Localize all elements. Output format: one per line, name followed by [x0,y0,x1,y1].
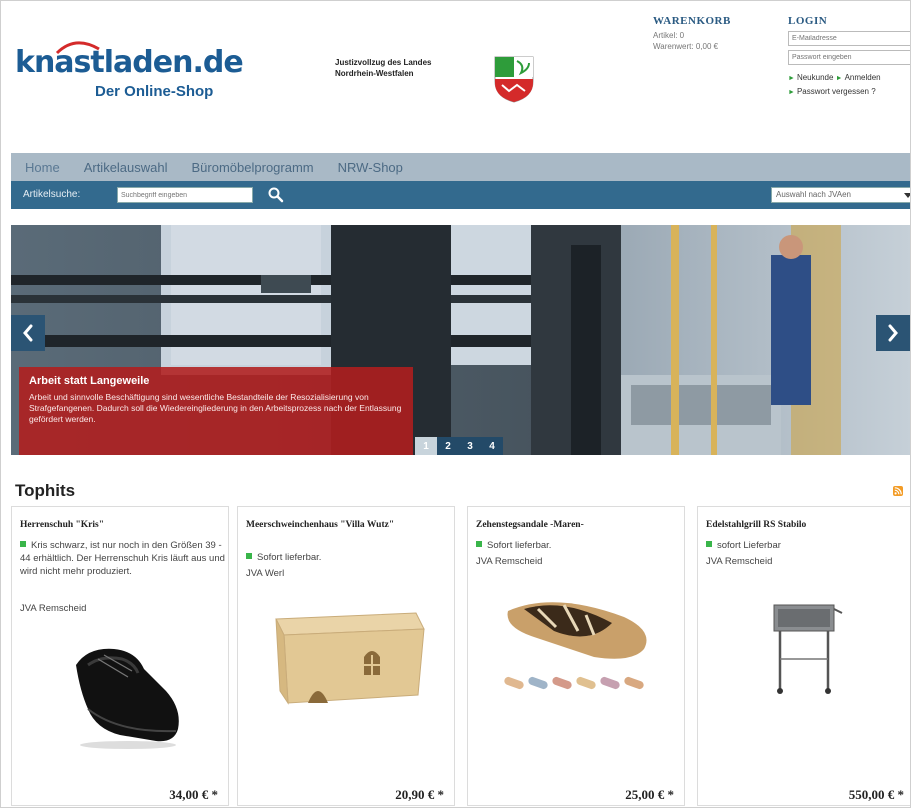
product-price: 20,90 € * [395,787,444,802]
password-field[interactable] [788,50,910,65]
product-image[interactable] [58,625,188,755]
product-name[interactable]: Edelstahlgrill RS Stabilo [706,519,910,531]
product-availability-text: sofort Lieferbar [717,540,781,551]
cart-items: Artikel: 0 [653,31,685,40]
chevron-left-icon [23,324,33,342]
nav-item-articles[interactable]: Artikelauswahl [84,160,168,175]
product-availability-text: Sofort lieferbar. [487,540,552,551]
arrow-right-icon: ► [788,89,795,96]
slide-caption: Arbeit statt Langeweile Arbeit und sinnv… [19,367,413,455]
product-availability: Sofort lieferbar. [476,539,682,552]
product-card[interactable]: Edelstahlgrill RS Stabilo sofort Lieferb… [697,506,910,806]
product-name[interactable]: Meerschweinchenhaus "Villa Wutz" [246,519,450,531]
product-availability: Sofort lieferbar. [246,551,452,564]
slide-caption-text: Arbeit und sinnvolle Beschäftigung sind … [29,392,402,424]
product-shop: JVA Remscheid [20,603,87,614]
login-link[interactable]: Anmelden [845,73,881,82]
product-shop: JVA Remscheid [706,556,773,567]
login-widget: LOGIN ►Neukunde ►Anmelden ►Passwort verg… [788,15,910,99]
product-availability-text: Kris schwarz, ist nur noch in den Größen… [20,540,225,577]
slider-page-1[interactable]: 1 [415,437,437,455]
product-name[interactable]: Herrenschuh "Kris" [20,519,224,531]
in-stock-icon [246,553,252,559]
product-image[interactable] [764,599,844,699]
product-card[interactable]: Meerschweinchenhaus "Villa Wutz" Sofort … [237,506,455,806]
nrw-crest-icon [494,56,534,103]
slider-next-button[interactable] [876,315,910,351]
product-availability: sofort Lieferbar [706,539,910,552]
tophits-heading: Tophits [15,481,76,500]
in-stock-icon [476,541,482,547]
product-image[interactable] [494,587,664,707]
region-select-value: Auswahl nach JVAen [776,190,852,199]
chevron-right-icon [888,324,898,342]
slider-page-3[interactable]: 3 [459,437,481,455]
logo-tagline: Der Online-Shop [95,83,214,100]
slider-pagination: 1 2 3 4 [415,437,503,455]
search-label: Artikelsuche: [23,189,81,200]
slider-page-4[interactable]: 4 [481,437,503,455]
rss-icon[interactable] [893,486,903,496]
product-shop: JVA Werl [246,568,285,579]
forgot-password-link[interactable]: Passwort vergessen ? [797,87,876,96]
product-image[interactable] [268,599,428,719]
slider-prev-button[interactable] [11,315,45,351]
product-availability: Kris schwarz, ist nur noch in den Größen… [20,539,226,578]
slider-page-2[interactable]: 2 [437,437,459,455]
arrow-right-icon: ► [788,75,795,82]
search-input[interactable] [117,187,253,203]
login-links: ► Neukunde ► Anmelden ► Passwort vergessen … [788,71,910,99]
in-stock-icon [20,541,26,547]
product-price: 550,00 € * [848,787,904,802]
product-card[interactable]: Zehenstegsandale -Maren- Sofort lieferba… [467,506,685,806]
cart-widget[interactable]: WARENKORB Artikel: 0 Warenwert: 0,00 € [653,15,731,51]
nav-item-nrw-shop[interactable]: NRW-Shop [338,160,403,175]
email-field[interactable] [788,31,910,46]
login-title: LOGIN [788,15,828,27]
justice-line-1: Justizvollzug des Landes [335,58,432,67]
nav-item-office-furniture[interactable]: Büromöbelprogramm [192,160,314,175]
in-stock-icon [706,541,712,547]
justice-label: Justizvollzug des Landes Nordrhein-Westf… [335,57,431,79]
search-icon[interactable] [267,186,285,204]
logo-wordmark: knastladen.de [15,45,244,80]
product-availability-text: Sofort lieferbar. [257,552,322,563]
product-price: 25,00 € * [625,787,674,802]
jva-region-select[interactable]: Auswahl nach JVAen [771,187,910,203]
product-price: 34,00 € * [169,787,218,802]
main-navigation: Home Artikelauswahl Büromöbelprogramm NR… [11,153,910,181]
page: knastladen.de Der Online-Shop Justizvoll… [0,0,911,808]
product-name[interactable]: Zehenstegsandale -Maren- [476,519,680,531]
cart-title[interactable]: WARENKORB [653,15,731,27]
arrow-right-icon: ► [835,75,843,82]
justice-line-2: Nordrhein-Westfalen [335,69,414,78]
search-bar: Artikelsuche: Auswahl nach JVAen [11,181,910,209]
new-customer-link[interactable]: Neukunde [797,73,833,82]
nav-item-home[interactable]: Home [25,160,60,175]
chevron-down-icon [904,193,910,198]
hero-slider: Arbeit statt Langeweile Arbeit und sinnv… [11,225,910,455]
cart-value: Warenwert: 0,00 € [653,42,719,51]
product-shop: JVA Remscheid [476,556,543,567]
slide-caption-title: Arbeit statt Langeweile [29,375,150,387]
shop-logo[interactable]: knastladen.de Der Online-Shop [15,41,244,105]
product-card[interactable]: Herrenschuh "Kris" Kris schwarz, ist nur… [11,506,229,806]
